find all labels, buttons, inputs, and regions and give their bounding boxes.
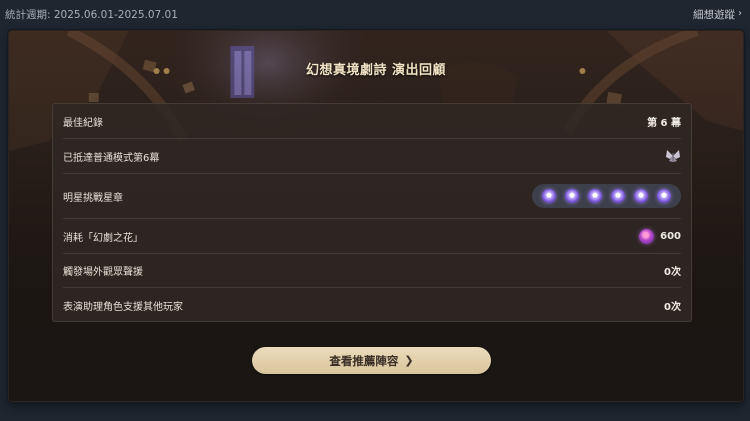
star-medal-icon — [657, 189, 671, 203]
stat-value: 600 — [660, 230, 681, 242]
chevron-right-icon: › — [738, 8, 742, 19]
star-medal-icon — [634, 189, 648, 203]
moth-badge-icon — [666, 150, 680, 162]
stat-value — [665, 149, 681, 163]
star-medal-icon — [565, 189, 579, 203]
more-details-link[interactable]: 細想遊蹤 › — [693, 7, 742, 22]
stats-panel: 最佳紀錄 第 6 幕 已抵達普通模式第6幕 明星挑戰星章 ✦ ✦ ✦ ✦ ✦ ✦… — [52, 103, 692, 322]
stat-row-audience-support: 觸發場外觀眾聲援 0次 — [63, 254, 681, 288]
star-medal-icon — [611, 189, 625, 203]
chevron-right-icon: ❯ — [404, 354, 414, 367]
stat-label: 消耗「幻劇之花」 — [63, 232, 143, 244]
cta-label: 查看推薦陣容 — [329, 353, 399, 368]
stat-row-assist-support: 表演助理角色支援其他玩家 0次 — [63, 288, 681, 322]
card-title: 幻想真境劇詩 演出回顧 — [305, 63, 447, 78]
more-details-label: 細想遊蹤 — [693, 8, 735, 21]
stat-row-flowers-consumed: 消耗「幻劇之花」 600 — [63, 219, 681, 254]
stat-label: 最佳紀錄 — [63, 117, 103, 129]
star-medal-group — [532, 184, 681, 208]
stat-value: 第 6 幕 — [647, 117, 681, 129]
stat-row-best-record: 最佳紀錄 第 6 幕 — [63, 104, 681, 139]
stat-label: 已抵達普通模式第6幕 — [63, 152, 160, 164]
stat-label: 明星挑戰星章 — [63, 192, 123, 204]
view-recommended-lineup-button[interactable]: 查看推薦陣容 ❯ — [252, 347, 491, 374]
performance-review-card: 幻想真境劇詩 演出回顧 最佳紀錄 第 6 幕 已抵達普通模式第6幕 明星挑戰星章 — [8, 30, 744, 402]
stat-value: 0次 — [664, 267, 681, 278]
top-bar: 統計週期: 2025.06.01-2025.07.01 細想遊蹤 › — [0, 0, 750, 28]
stat-value: 0次 — [664, 301, 681, 313]
stat-label: 觸發場外觀眾聲援 — [63, 267, 143, 278]
fantasy-flower-icon — [639, 228, 655, 244]
stat-label: 表演助理角色支援其他玩家 — [63, 301, 183, 313]
star-medal-icon — [588, 189, 602, 203]
period-text: 統計週期: 2025.06.01-2025.07.01 — [5, 8, 178, 21]
star-medal-icon — [542, 189, 556, 203]
stat-row-mode-reached: 已抵達普通模式第6幕 — [63, 139, 681, 174]
stat-value-group: 600 — [639, 228, 681, 244]
stat-row-star-medals: 明星挑戰星章 — [63, 174, 681, 219]
